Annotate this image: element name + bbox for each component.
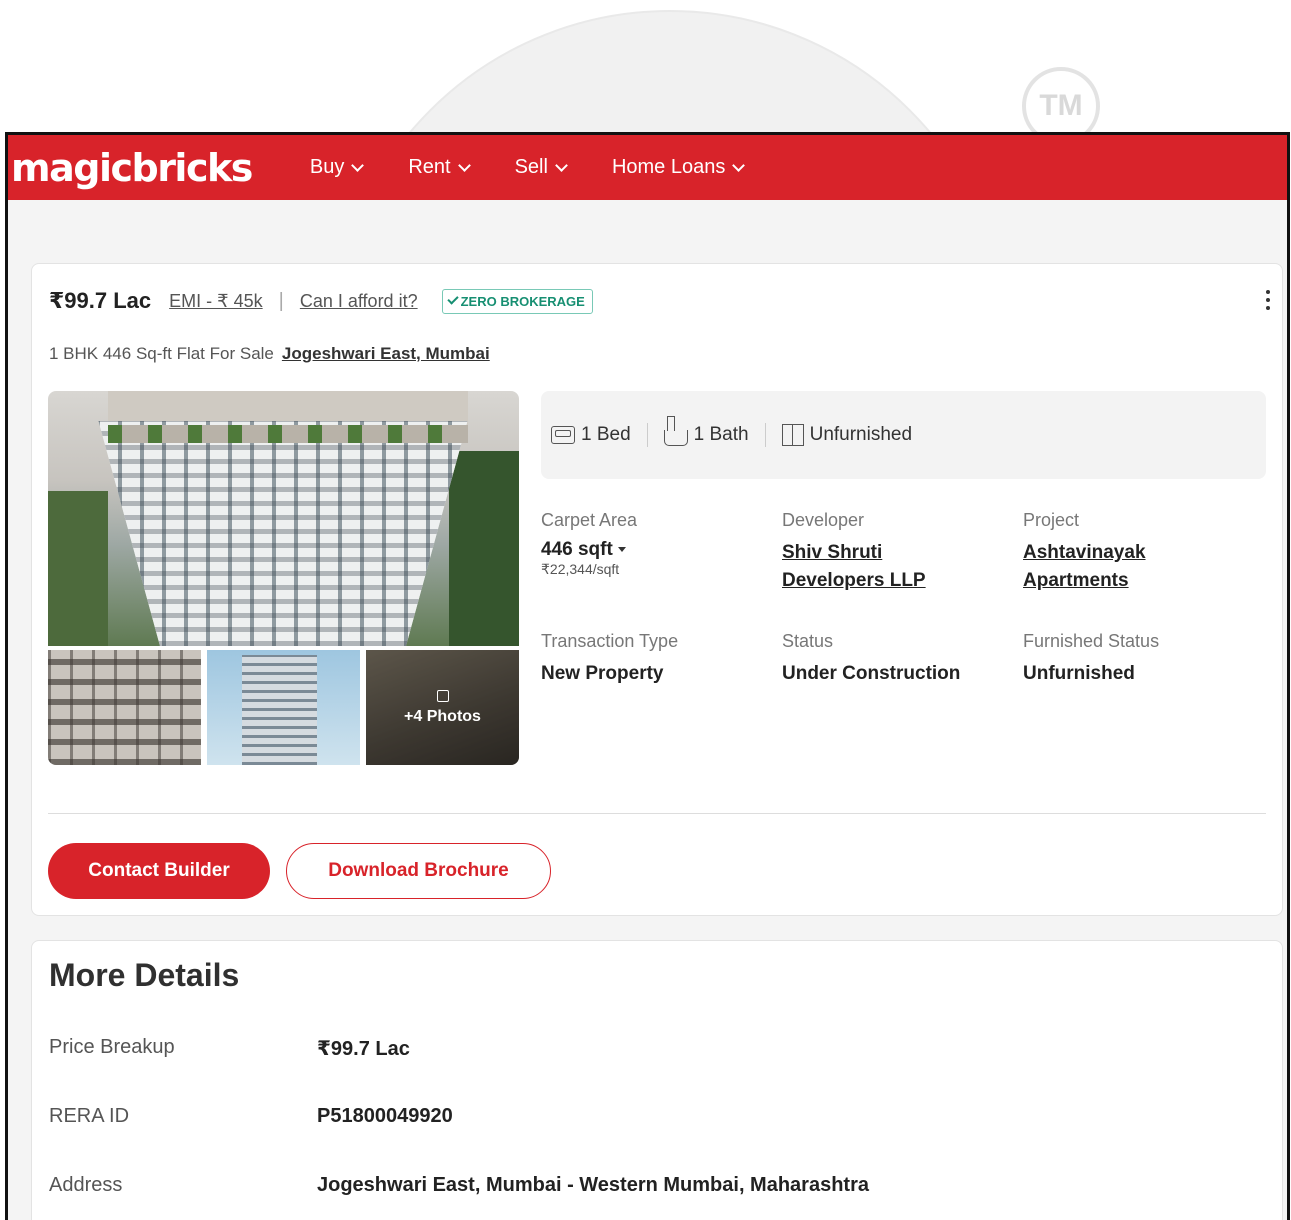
check-icon — [446, 293, 459, 305]
nav-home-loans-label: Home Loans — [611, 156, 726, 178]
spec-developer: Developer Shiv Shruti Developers LLP — [782, 510, 1002, 595]
nav-home-loans[interactable]: Home Loans — [611, 156, 746, 179]
more-details-card: More Details Price Breakup ₹99.7 Lac RER… — [31, 940, 1283, 1220]
project-link[interactable]: Ashtavinayak Apartments — [1023, 539, 1243, 595]
more-photos-thumbnail[interactable]: +4 Photos — [366, 650, 519, 765]
nav-rent-label: Rent — [408, 156, 451, 178]
afford-link[interactable]: Can I afford it? — [300, 291, 418, 312]
detail-label: Address — [49, 1174, 123, 1196]
location-link[interactable]: Jogeshwari East, Mumbai — [282, 344, 490, 363]
status-label: Status — [782, 631, 834, 651]
photo-icon — [436, 689, 449, 702]
chevron-down-icon — [351, 158, 365, 172]
nav-buy[interactable]: Buy — [309, 156, 365, 179]
detail-row-rera: RERA ID P51800049920 — [49, 1105, 453, 1128]
main-photo[interactable] — [48, 391, 519, 646]
more-options-icon[interactable] — [1266, 290, 1270, 310]
detail-row-price: Price Breakup ₹99.7 Lac — [49, 1036, 410, 1061]
separator: | — [278, 289, 284, 312]
furnishing-info: Unfurnished — [781, 424, 913, 446]
nav-buy-label: Buy — [309, 156, 345, 178]
price-row: ₹99.7 Lac EMI - ₹ 45k | Can I afford it?… — [49, 288, 593, 314]
chevron-down-icon — [457, 158, 471, 172]
contact-builder-button[interactable]: Contact Builder — [48, 843, 270, 899]
thumbnail-photo[interactable] — [48, 650, 201, 765]
listing-subtitle: 1 BHK 446 Sq-ft Flat For Sale Jogeshwari … — [49, 344, 490, 364]
transaction-type-value: New Property — [541, 663, 664, 684]
bed-info: 1 Bed — [551, 424, 631, 446]
emi-link[interactable]: EMI - ₹ 45k — [169, 291, 262, 312]
property-card: ₹99.7 Lac EMI - ₹ 45k | Can I afford it?… — [31, 263, 1283, 916]
watermark: TM — [0, 0, 1291, 140]
top-navbar: magicbricks Buy Rent Sell Home Loans — [8, 135, 1287, 200]
developer-link[interactable]: Shiv Shruti Developers LLP — [782, 539, 1002, 595]
badge-label: ZERO BROKERAGE — [460, 293, 585, 309]
trademark-symbol: TM — [1022, 67, 1100, 140]
zero-brokerage-badge: ZERO BROKERAGE — [441, 288, 593, 314]
bed-label: 1 Bed — [581, 424, 631, 445]
nav-sell[interactable]: Sell — [514, 156, 568, 179]
spec-transaction-type: Transaction Type New Property — [541, 631, 761, 688]
listing-type: 1 BHK 446 Sq-ft Flat For Sale — [49, 344, 274, 363]
globe-watermark — [330, 10, 1010, 140]
detail-value: ₹99.7 Lac — [317, 1038, 410, 1060]
furnishing-label: Unfurnished — [809, 424, 913, 445]
price: ₹99.7 Lac — [49, 288, 152, 313]
spec-status: Status Under Construction — [782, 631, 1002, 688]
download-brochure-button[interactable]: Download Brochure — [286, 843, 551, 899]
detail-label: Price Breakup — [49, 1036, 175, 1058]
spec-project: Project Ashtavinayak Apartments — [1023, 510, 1243, 595]
furnished-status-value: Unfurnished — [1023, 663, 1135, 684]
detail-row-address: Address Jogeshwari East, Mumbai - Wester… — [49, 1174, 869, 1197]
developer-label: Developer — [782, 510, 865, 530]
thumbnail-photo[interactable] — [207, 650, 360, 765]
detail-value: Jogeshwari East, Mumbai - Western Mumbai… — [317, 1174, 869, 1196]
magicbricks-logo[interactable]: magicbricks — [11, 146, 253, 190]
detail-value: P51800049920 — [317, 1105, 453, 1127]
carpet-area-label: Carpet Area — [541, 510, 638, 530]
amenities-bar: 1 Bed 1 Bath Unfurnished — [541, 391, 1266, 479]
furnished-status-label: Furnished Status — [1023, 631, 1160, 651]
photo-gallery[interactable]: +4 Photos — [48, 391, 519, 765]
chevron-down-icon — [555, 158, 568, 172]
price-per-sqft: ₹22,344/sqft — [541, 561, 620, 577]
bath-icon — [663, 416, 688, 446]
project-label: Project — [1023, 510, 1080, 530]
bath-label: 1 Bath — [693, 424, 749, 445]
detail-label: RERA ID — [49, 1105, 130, 1127]
carpet-area-value[interactable]: 446 sqft — [541, 539, 761, 561]
nav-rent[interactable]: Rent — [408, 156, 471, 179]
browser-frame: magicbricks Buy Rent Sell Home Loans ₹99… — [5, 132, 1290, 1220]
spec-furnished-status: Furnished Status Unfurnished — [1023, 631, 1243, 688]
divider — [48, 813, 1266, 814]
transaction-type-label: Transaction Type — [541, 631, 679, 651]
bath-info: 1 Bath — [663, 416, 749, 446]
more-details-title: More Details — [49, 957, 240, 993]
more-photos-label: +4 Photos — [404, 707, 481, 725]
status-value: Under Construction — [782, 663, 961, 684]
caret-down-icon — [617, 547, 626, 553]
spec-carpet-area: Carpet Area 446 sqft ₹22,344/sqft — [541, 510, 761, 578]
chevron-down-icon — [732, 158, 746, 172]
nav-sell-label: Sell — [514, 156, 548, 178]
bed-icon — [551, 426, 575, 444]
furniture-icon — [781, 424, 804, 446]
